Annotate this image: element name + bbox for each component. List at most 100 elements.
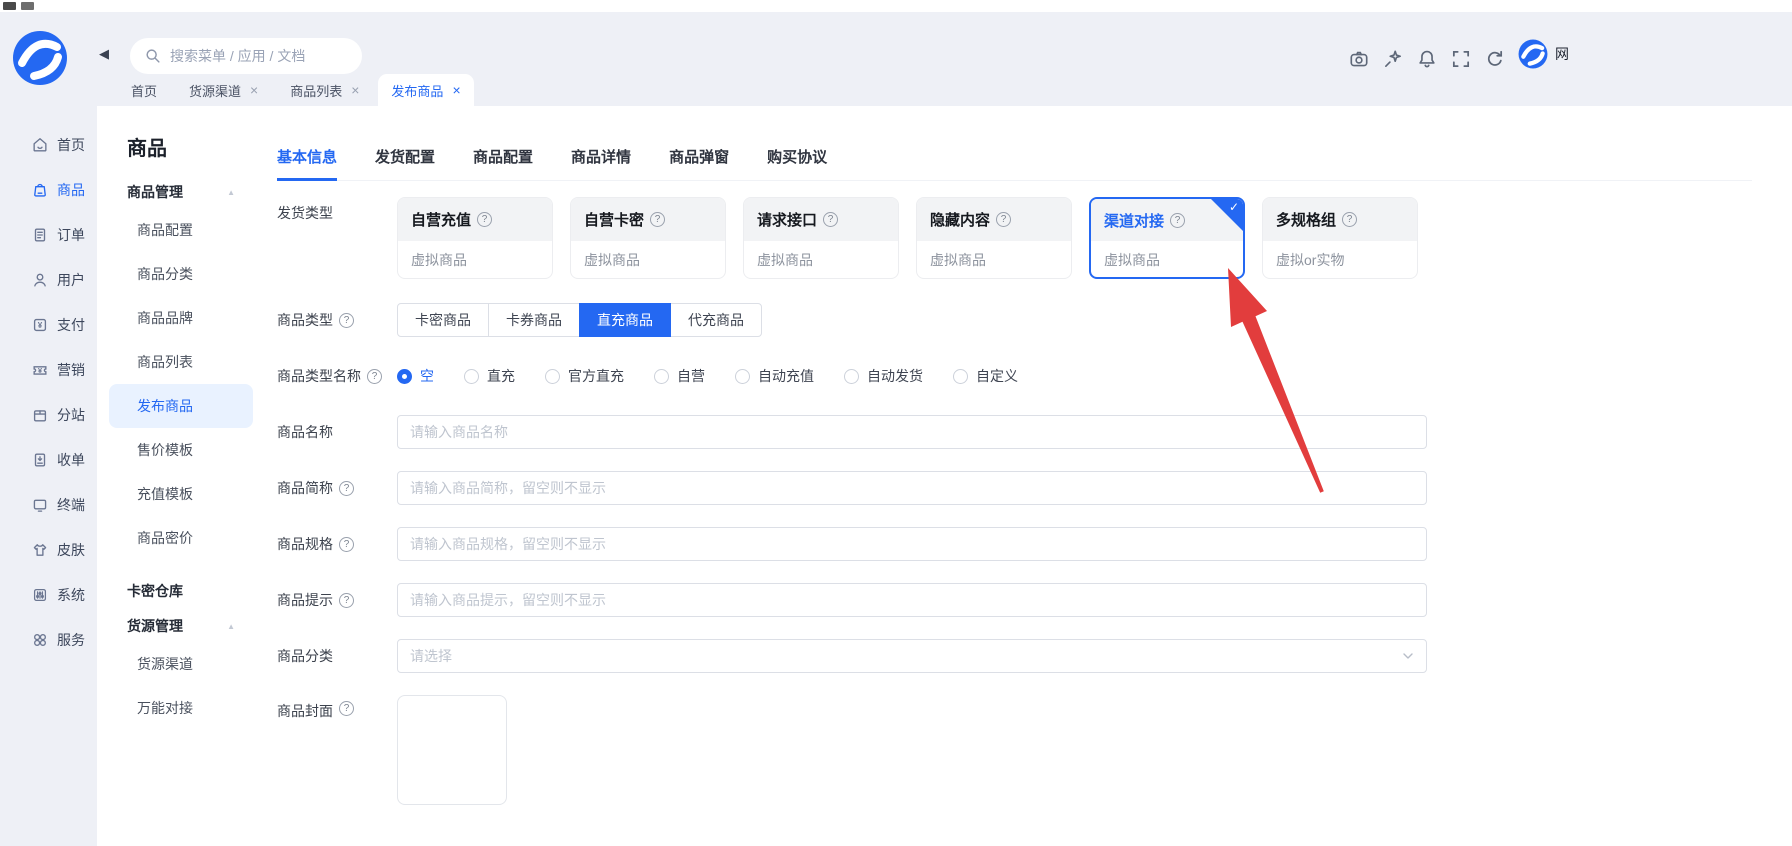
site-account-chip[interactable]: 网	[1518, 39, 1569, 69]
screenshot-camera-icon[interactable]	[1342, 40, 1376, 78]
help-icon[interactable]: ?	[996, 212, 1011, 227]
help-icon[interactable]: ?	[1342, 212, 1357, 227]
payment-yen-icon: ¥	[31, 316, 49, 334]
card-request-api[interactable]: 请求接口 ? 虚拟商品	[743, 197, 899, 279]
wintab-publish-product[interactable]: 发布商品 ×	[378, 74, 473, 106]
tab-basic-info[interactable]: 基本信息	[277, 146, 337, 180]
radio-custom[interactable]: 自定义	[953, 366, 1018, 386]
help-icon[interactable]: ?	[339, 593, 354, 608]
menu-item-price-template[interactable]: 售价模板	[109, 428, 253, 472]
menu-item-publish-product[interactable]: 发布商品	[109, 384, 253, 428]
radio-label: 自营	[677, 366, 705, 386]
tshirt-icon	[31, 541, 49, 559]
card-self-card-secret[interactable]: 自营卡密 ? 虚拟商品	[570, 197, 726, 279]
rail-item-users[interactable]: 用户	[0, 257, 97, 302]
menu-item-universal-docking[interactable]: 万能对接	[109, 686, 253, 730]
menu-section-supply-management[interactable]: 货源管理 ▲	[127, 616, 235, 636]
help-icon[interactable]: ?	[339, 537, 354, 552]
tab-delivery-config[interactable]: 发货配置	[375, 146, 435, 180]
menu-item-product-brand[interactable]: 商品品牌	[109, 296, 253, 340]
radio-direct-recharge[interactable]: 直充	[464, 366, 515, 386]
field-label-product-category: 商品分类	[277, 639, 397, 673]
rail-item-receipts[interactable]: 收单	[0, 437, 97, 482]
menu-section-product-management[interactable]: 商品管理 ▲	[127, 182, 235, 202]
help-icon[interactable]: ?	[339, 701, 354, 716]
rail-item-label: 用户	[57, 270, 85, 290]
tab-product-popup[interactable]: 商品弹窗	[669, 146, 729, 180]
radio-official-direct[interactable]: 官方直充	[545, 366, 624, 386]
product-short-name-input[interactable]	[397, 471, 1427, 505]
help-icon[interactable]: ?	[650, 212, 665, 227]
rail-item-services[interactable]: 服务	[0, 617, 97, 662]
magic-wand-icon[interactable]	[1376, 40, 1410, 78]
card-channel-docking[interactable]: 渠道对接 ? 虚拟商品 ✓	[1089, 197, 1245, 279]
tab-product-config[interactable]: 商品配置	[473, 146, 533, 180]
product-category-select[interactable]: 请选择	[397, 639, 1427, 673]
close-icon[interactable]: ×	[351, 83, 359, 97]
rail-item-home[interactable]: 首页	[0, 122, 97, 167]
segment-card-secret-product[interactable]: 卡密商品	[397, 303, 489, 337]
fullscreen-icon[interactable]	[1444, 40, 1478, 78]
card-title: 多规格组	[1276, 209, 1336, 230]
field-label-product-name: 商品名称	[277, 415, 397, 449]
help-icon[interactable]: ?	[339, 481, 354, 496]
sidebar-collapse-button[interactable]: ◀	[99, 46, 109, 62]
rail-item-system[interactable]: 系统	[0, 572, 97, 617]
card-self-recharge[interactable]: 自营充值 ? 虚拟商品	[397, 197, 553, 279]
segment-direct-recharge-product[interactable]: 直充商品	[579, 303, 671, 337]
close-icon[interactable]: ×	[250, 83, 258, 97]
menu-item-product-list[interactable]: 商品列表	[109, 340, 253, 384]
main-panel: 商品 商品管理 ▲ 商品配置 商品分类 商品品牌 商品列表 发布商品 售价模板 …	[97, 106, 1792, 846]
wintab-product-list[interactable]: 商品列表 ×	[277, 74, 372, 106]
radio-label: 自定义	[976, 366, 1018, 386]
card-multi-spec-group[interactable]: 多规格组 ? 虚拟or实物	[1262, 197, 1418, 279]
search-input[interactable]	[170, 48, 351, 64]
radio-empty[interactable]: 空	[397, 366, 434, 386]
wintab-supply-channel[interactable]: 货源渠道 ×	[176, 74, 271, 106]
notifications-bell-icon[interactable]	[1410, 40, 1444, 78]
card-hidden-content[interactable]: 隐藏内容 ? 虚拟商品	[916, 197, 1072, 279]
help-icon[interactable]: ?	[367, 369, 382, 384]
app-window: ◀	[0, 0, 1792, 846]
menu-item-product-category[interactable]: 商品分类	[109, 252, 253, 296]
radio-auto-delivery[interactable]: 自动发货	[844, 366, 923, 386]
help-icon[interactable]: ?	[1170, 213, 1185, 228]
close-icon[interactable]: ×	[452, 83, 460, 97]
refresh-icon[interactable]	[1478, 40, 1512, 78]
tab-product-detail[interactable]: 商品详情	[571, 146, 631, 180]
radio-icon	[397, 369, 412, 384]
wintab-home[interactable]: 首页	[118, 74, 170, 106]
rail-item-marketing[interactable]: ¥ 营销	[0, 347, 97, 392]
segment-card-coupon-product[interactable]: 卡券商品	[488, 303, 580, 337]
radio-self-operated[interactable]: 自营	[654, 366, 705, 386]
product-spec-input[interactable]	[397, 527, 1427, 561]
help-icon[interactable]: ?	[477, 212, 492, 227]
tab-purchase-agreement[interactable]: 购买协议	[767, 146, 827, 180]
search-icon	[144, 47, 162, 65]
menu-section-card-warehouse[interactable]: 卡密仓库	[127, 574, 235, 608]
segment-proxy-recharge-product[interactable]: 代充商品	[670, 303, 762, 337]
field-label-product-type: 商品类型 ?	[277, 303, 397, 337]
card-title: 自营充值	[411, 209, 471, 230]
product-tip-input[interactable]	[397, 583, 1427, 617]
menu-item-secret-price[interactable]: 商品密价	[109, 516, 253, 560]
radio-auto-recharge[interactable]: 自动充值	[735, 366, 814, 386]
menu-item-product-config[interactable]: 商品配置	[109, 208, 253, 252]
menu-item-supply-channel[interactable]: 货源渠道	[109, 642, 253, 686]
card-subtitle: 虚拟商品	[744, 241, 898, 279]
rail-item-substation[interactable]: 分站	[0, 392, 97, 437]
rail-item-terminal[interactable]: 终端	[0, 482, 97, 527]
card-title: 自营卡密	[584, 209, 644, 230]
rail-item-orders[interactable]: 订单	[0, 212, 97, 257]
rail-item-label: 服务	[57, 630, 85, 650]
product-name-input[interactable]	[397, 415, 1427, 449]
menu-item-recharge-template[interactable]: 充值模板	[109, 472, 253, 516]
rail-item-products[interactable]: 商品	[0, 167, 97, 212]
rail-item-payments[interactable]: ¥ 支付	[0, 302, 97, 347]
rail-item-label: 订单	[57, 225, 85, 245]
cover-upload-box[interactable]	[397, 695, 507, 805]
radio-label: 直充	[487, 366, 515, 386]
help-icon[interactable]: ?	[823, 212, 838, 227]
help-icon[interactable]: ?	[339, 313, 354, 328]
rail-item-skin[interactable]: 皮肤	[0, 527, 97, 572]
